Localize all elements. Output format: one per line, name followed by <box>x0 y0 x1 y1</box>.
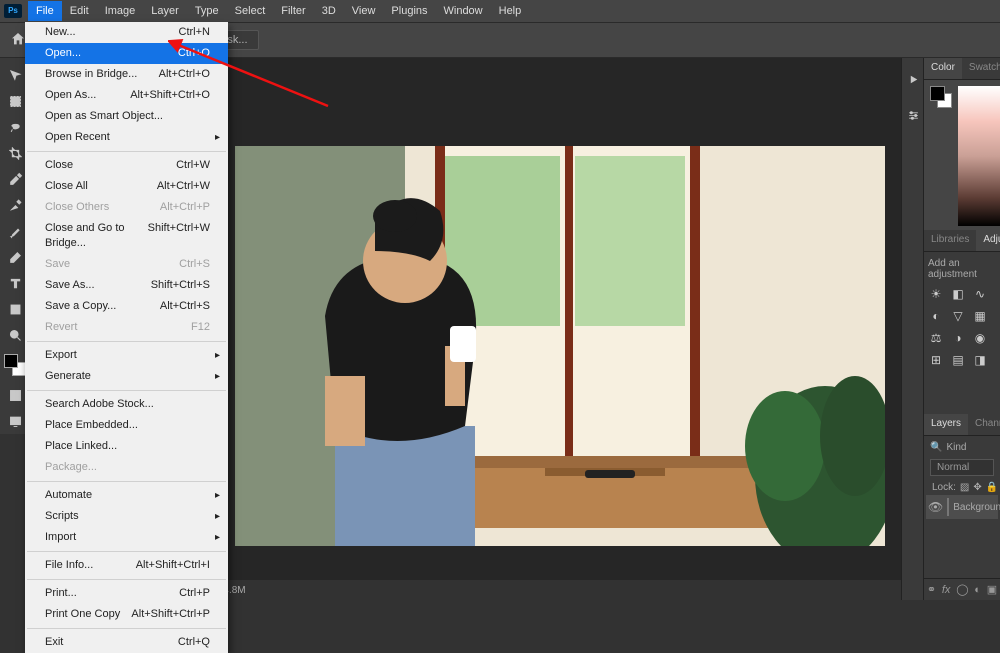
fx-icon[interactable]: fx <box>942 584 951 596</box>
file-menu-item[interactable]: Open...Ctrl+O <box>25 43 228 64</box>
tab-swatches[interactable]: Swatches <box>962 58 1000 79</box>
adjustments-hint: Add an adjustment <box>928 258 996 280</box>
file-menu-item[interactable]: New...Ctrl+N <box>25 22 228 43</box>
layers-panel-tabs: Layers Channels <box>924 414 1000 436</box>
file-menu-item[interactable]: Scripts <box>25 506 228 527</box>
tab-layers[interactable]: Layers <box>924 414 968 435</box>
color-panel[interactable] <box>924 80 1000 230</box>
menu-file[interactable]: File <box>28 1 62 21</box>
panel-collapse-strip <box>901 58 923 600</box>
menu-image[interactable]: Image <box>97 1 144 21</box>
mixer-icon[interactable]: ⊞ <box>928 352 944 368</box>
file-menu-item: Close OthersAlt+Ctrl+P <box>25 197 228 218</box>
tab-adjustments[interactable]: Adjustments <box>976 230 1000 251</box>
photofilter-icon[interactable]: ◉ <box>972 330 988 346</box>
right-panels: Color Swatches Libraries Adjustments Add… <box>923 58 1000 600</box>
file-menu-item[interactable]: CloseCtrl+W <box>25 155 228 176</box>
adjustments-panel-tabs: Libraries Adjustments <box>924 230 1000 252</box>
lookup-icon[interactable]: ▤ <box>950 352 966 368</box>
lock-position-icon[interactable]: ✥ <box>973 482 981 493</box>
file-menu-item[interactable]: Open Recent <box>25 127 228 148</box>
file-menu-item[interactable]: Import <box>25 527 228 548</box>
color-swatch-icon[interactable] <box>930 86 952 108</box>
tab-channels[interactable]: Channels <box>968 414 1000 435</box>
file-menu-item[interactable]: Generate <box>25 366 228 387</box>
curves-icon[interactable]: ∿ <box>972 286 988 302</box>
file-menu-item[interactable]: Automate <box>25 485 228 506</box>
menu-layer[interactable]: Layer <box>143 1 187 21</box>
vibrance-icon[interactable]: ▽ <box>950 308 966 324</box>
layer-filter-label[interactable]: Kind <box>946 442 966 453</box>
lock-label: Lock: <box>932 482 956 493</box>
invert-icon[interactable]: ◨ <box>972 352 988 368</box>
file-menu-item[interactable]: Close AllAlt+Ctrl+W <box>25 176 228 197</box>
file-menu-item[interactable]: Browse in Bridge...Alt+Ctrl+O <box>25 64 228 85</box>
adjustment-layer-icon[interactable]: ◐ <box>974 584 981 596</box>
color-panel-tabs: Color Swatches <box>924 58 1000 80</box>
layer-thumbnail[interactable] <box>947 498 949 516</box>
home-icon[interactable] <box>10 31 26 50</box>
menu-filter[interactable]: Filter <box>273 1 313 21</box>
photoshop-logo-icon: Ps <box>4 4 22 18</box>
file-menu-item[interactable]: Place Linked... <box>25 436 228 457</box>
hue-icon[interactable]: ▦ <box>972 308 988 324</box>
brightness-icon[interactable]: ☀ <box>928 286 944 302</box>
menu-3d[interactable]: 3D <box>314 1 344 21</box>
file-menu-item[interactable]: Print One CopyAlt+Shift+Ctrl+P <box>25 604 228 625</box>
menu-select[interactable]: Select <box>227 1 274 21</box>
layers-footer: ⚭ fx ◯ ◐ ▣ <box>924 578 1000 600</box>
file-menu-item[interactable]: File Info...Alt+Shift+Ctrl+I <box>25 555 228 576</box>
file-menu-item[interactable]: ExitCtrl+Q <box>25 632 228 653</box>
tab-libraries[interactable]: Libraries <box>924 230 976 251</box>
file-menu-item: RevertF12 <box>25 317 228 338</box>
document-canvas[interactable] <box>235 146 885 546</box>
file-menu-item[interactable]: Place Embedded... <box>25 415 228 436</box>
menu-bar: Ps FileEditImageLayerTypeSelectFilter3DV… <box>0 0 1000 22</box>
menu-help[interactable]: Help <box>491 1 530 21</box>
menu-edit[interactable]: Edit <box>62 1 97 21</box>
foreground-background-swatch[interactable] <box>4 354 26 376</box>
menu-window[interactable]: Window <box>436 1 491 21</box>
lock-all-icon[interactable]: 🔒 <box>986 482 998 493</box>
file-menu-item[interactable]: Save As...Shift+Ctrl+S <box>25 275 228 296</box>
file-menu-item: SaveCtrl+S <box>25 254 228 275</box>
menu-plugins[interactable]: Plugins <box>383 1 435 21</box>
file-menu-item[interactable]: Save a Copy...Alt+Ctrl+S <box>25 296 228 317</box>
link-icon[interactable]: ⚭ <box>927 583 936 596</box>
menu-type[interactable]: Type <box>187 1 227 21</box>
play-icon[interactable] <box>902 64 924 94</box>
search-icon[interactable]: 🔍 <box>930 442 942 453</box>
color-picker-gradient[interactable] <box>958 86 1000 226</box>
blend-mode-select[interactable]: Normal <box>930 459 994 476</box>
file-menu-item[interactable]: Search Adobe Stock... <box>25 394 228 415</box>
layers-panel: 🔍 Kind Normal Lock: ▨ ✥ 🔒 👁 Background <box>924 436 1000 523</box>
properties-icon[interactable] <box>902 100 924 130</box>
bw-icon[interactable]: ◑ <box>950 330 966 346</box>
file-menu-item[interactable]: Print...Ctrl+P <box>25 583 228 604</box>
visibility-icon[interactable]: 👁 <box>928 500 943 514</box>
layer-row[interactable]: 👁 Background <box>926 495 998 519</box>
group-icon[interactable]: ▣ <box>987 583 997 596</box>
tab-color[interactable]: Color <box>924 58 962 79</box>
file-menu-item[interactable]: Close and Go to Bridge...Shift+Ctrl+W <box>25 218 228 254</box>
file-menu-item[interactable]: Open As...Alt+Shift+Ctrl+O <box>25 85 228 106</box>
layer-name[interactable]: Background <box>953 502 1000 513</box>
adjustments-panel: Add an adjustment ☀ ◧ ∿ ◐ ▽ ▦ ⚖ ◑ ◉ ⊞ ▤ … <box>924 252 1000 374</box>
file-menu-dropdown: New...Ctrl+NOpen...Ctrl+OBrowse in Bridg… <box>25 22 228 653</box>
menu-view[interactable]: View <box>344 1 384 21</box>
levels-icon[interactable]: ◧ <box>950 286 966 302</box>
exposure-icon[interactable]: ◐ <box>928 308 944 324</box>
lock-pixels-icon[interactable]: ▨ <box>960 482 969 493</box>
balance-icon[interactable]: ⚖ <box>928 330 944 346</box>
file-menu-item[interactable]: Open as Smart Object... <box>25 106 228 127</box>
file-menu-item: Package... <box>25 457 228 478</box>
file-menu-item[interactable]: Export <box>25 345 228 366</box>
mask-icon[interactable]: ◯ <box>956 583 968 596</box>
